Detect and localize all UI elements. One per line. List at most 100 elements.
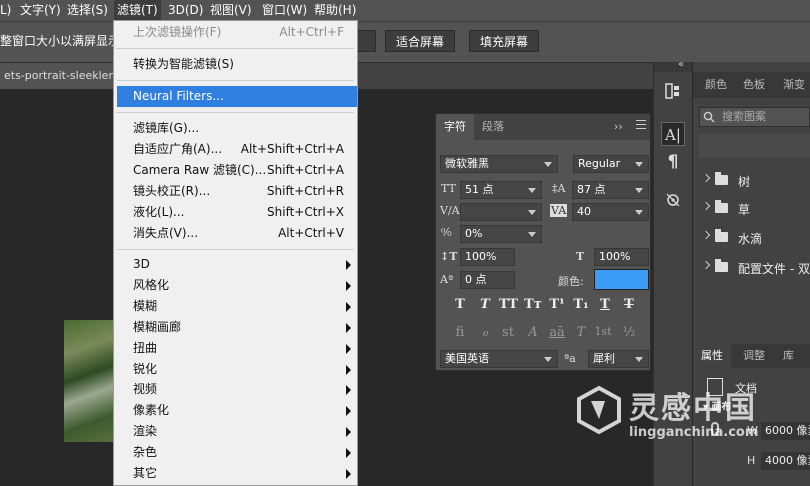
menu-separator — [117, 249, 354, 250]
resize-windows-checkbox-label[interactable]: 整窗口大小以满屏显示 — [0, 30, 120, 52]
submenu-video[interactable]: 视频 — [114, 379, 357, 400]
tab-character[interactable]: 字符 — [436, 114, 474, 140]
submenu-blur-gallery[interactable]: 模糊画廊 — [114, 317, 357, 338]
tab-adjustments[interactable]: 调整 — [743, 344, 765, 368]
menu-item-convert-smart-filters[interactable]: 转换为智能滤镜(S) — [114, 54, 357, 75]
chevron-right-icon[interactable] — [701, 201, 711, 211]
menu-item-type[interactable]: 文字(Y) — [20, 0, 61, 21]
chevron-right-icon[interactable] — [701, 173, 711, 183]
menu-item-vanishing-point[interactable]: 消失点(V)... Alt+Ctrl+V — [114, 223, 357, 244]
menu-item-window[interactable]: 窗口(W) — [262, 0, 307, 21]
horizontal-scale-icon: T — [576, 250, 585, 263]
menu-item-neural-filters[interactable]: Neural Filters... — [117, 86, 357, 107]
text-color-swatch[interactable] — [594, 269, 649, 290]
menu-item-filter[interactable]: 滤镜(T) — [114, 0, 161, 21]
submenu-other[interactable]: 其它 — [114, 463, 357, 484]
fit-screen-button[interactable]: 适合屏幕 — [385, 30, 456, 52]
all-caps-button[interactable]: TT — [499, 297, 518, 312]
titling-alternates-button[interactable]: T — [572, 325, 590, 340]
dock-collapse-bar[interactable]: « — [654, 59, 692, 72]
document-tab[interactable]: ets-portrait-sleeklens- — [0, 63, 124, 89]
horizontal-scale-field[interactable]: 100% — [594, 248, 649, 266]
menu-item-view[interactable]: 视图(V) — [210, 0, 252, 21]
underline-button[interactable]: T — [596, 297, 614, 312]
menu-bar: L) 文字(Y) 选择(S) 滤镜(T) 3D(D) 视图(V) 窗口(W) 帮… — [0, 0, 810, 21]
history-icon[interactable] — [661, 82, 685, 106]
kerning-field[interactable] — [460, 203, 542, 221]
folder-water-drops[interactable]: 水滴 — [693, 225, 810, 251]
old-style-button[interactable]: ℴ — [476, 325, 494, 340]
menu-item-adaptive-wide-angle[interactable]: 自适应广角(A)... Alt+Shift+Ctrl+A — [114, 139, 357, 160]
collapse-arrows-icon[interactable]: « — [678, 59, 684, 70]
submenu-3d[interactable]: 3D — [114, 254, 357, 275]
character-panel-icon[interactable]: A| — [661, 122, 685, 146]
proportional-spacing-field[interactable]: 0% — [460, 225, 542, 243]
folder-icon — [715, 172, 728, 185]
ligatures-button[interactable]: fi — [451, 325, 469, 340]
menu-item-last-filter[interactable]: 上次滤镜操作(F) Alt+Ctrl+F — [114, 22, 357, 43]
submenu-arrow-icon — [346, 406, 351, 416]
panel-menu-icon[interactable] — [636, 120, 646, 129]
menu-item-lens-correction[interactable]: 镜头校正(R)... Shift+Ctrl+R — [114, 181, 357, 202]
submenu-arrow-icon — [346, 302, 351, 312]
folder-icon — [715, 259, 728, 272]
tracking-icon: VA — [550, 204, 568, 217]
paths-panel-icon[interactable] — [661, 190, 685, 214]
language-select[interactable]: 美国英语 — [440, 350, 558, 368]
small-caps-button[interactable]: Tт — [524, 297, 542, 312]
fill-screen-button[interactable]: 填充屏幕 — [469, 30, 540, 52]
folder-grass[interactable]: 草 — [693, 196, 810, 222]
fractions-button[interactable]: ½ — [620, 325, 638, 340]
menu-item-select[interactable]: 选择(S) — [67, 0, 108, 21]
paragraph-panel-icon[interactable]: ¶ — [661, 150, 685, 174]
faux-italic-button[interactable]: T — [476, 297, 494, 312]
submenu-render[interactable]: 渲染 — [114, 421, 357, 442]
baseline-shift-field[interactable]: 0 点 — [460, 271, 515, 289]
submenu-sharpen[interactable]: 锐化 — [114, 359, 357, 380]
vertical-scale-icon: ↕T — [440, 250, 458, 263]
menu-item-help[interactable]: 帮助(H) — [314, 0, 356, 21]
submenu-arrow-icon — [346, 385, 351, 395]
submenu-arrow-icon — [346, 365, 351, 375]
menu-item-liquify[interactable]: 液化(L)... Shift+Ctrl+X — [114, 202, 357, 223]
tracking-field[interactable]: 40 — [572, 203, 649, 221]
folder-profiles[interactable]: 配置文件 - 双 — [693, 255, 810, 281]
submenu-distort[interactable]: 扭曲 — [114, 338, 357, 359]
font-size-field[interactable]: 51 点 — [460, 181, 542, 199]
tab-swatches[interactable]: 色板 — [743, 72, 765, 98]
ordinals-button[interactable]: 1st — [594, 325, 612, 338]
submenu-noise[interactable]: 杂色 — [114, 442, 357, 463]
menu-item-layer[interactable]: L) — [0, 0, 11, 21]
superscript-button[interactable]: T¹ — [548, 297, 566, 312]
swash-button[interactable]: A — [524, 325, 542, 340]
stylistic-alternates-button[interactable]: aā — [548, 325, 566, 340]
chevron-right-icon[interactable] — [701, 230, 711, 240]
font-style-select[interactable]: Regular — [573, 155, 649, 173]
chevron-right-icon[interactable] — [701, 260, 711, 270]
submenu-stylize[interactable]: 风格化 — [114, 275, 357, 296]
font-size-icon: TT — [441, 182, 456, 195]
tab-libraries[interactable]: 库 — [783, 344, 794, 368]
strikethrough-button[interactable]: T — [620, 297, 638, 312]
tab-properties[interactable]: 属性 — [693, 344, 731, 368]
submenu-pixelate[interactable]: 像素化 — [114, 400, 357, 421]
menu-item-filter-gallery[interactable]: 滤镜库(G)... — [114, 118, 357, 139]
menu-item-camera-raw[interactable]: Camera Raw 滤镜(C)... Shift+Ctrl+A — [114, 160, 357, 181]
subscript-button[interactable]: T₁ — [572, 297, 590, 312]
pattern-search-input[interactable]: 搜索图案 — [699, 107, 810, 127]
font-family-select[interactable]: 微软雅黑 — [440, 155, 558, 173]
options-bar-button-partial[interactable] — [356, 30, 376, 52]
tab-gradients[interactable]: 渐变 — [783, 72, 805, 98]
tab-paragraph[interactable]: 段落 — [474, 114, 512, 140]
color-panel-tabs: 颜色 色板 渐变 — [693, 72, 810, 98]
leading-field[interactable]: 87 点 — [572, 181, 649, 199]
submenu-blur[interactable]: 模糊 — [114, 296, 357, 317]
folder-trees[interactable]: 树 — [693, 168, 810, 194]
vertical-scale-field[interactable]: 100% — [460, 248, 515, 266]
panel-expand-icon[interactable]: ›› — [614, 120, 623, 133]
antialias-select[interactable]: 犀利 — [588, 350, 649, 368]
faux-bold-button[interactable]: T — [451, 297, 469, 312]
discretionary-ligatures-button[interactable]: st — [499, 325, 517, 340]
menu-item-3d[interactable]: 3D(D) — [168, 0, 203, 21]
tab-color[interactable]: 颜色 — [705, 72, 727, 98]
